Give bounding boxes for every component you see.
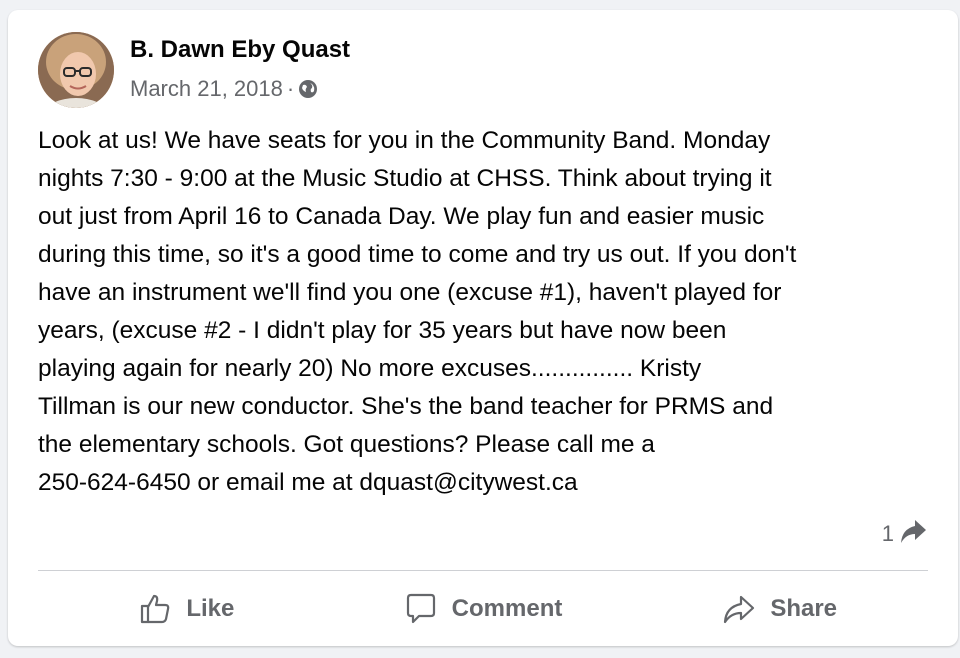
share-icon: [722, 592, 756, 626]
share-count[interactable]: 1: [882, 516, 928, 552]
action-bar: Like Comment Share: [38, 578, 928, 640]
avatar-image: [38, 32, 114, 108]
avatar[interactable]: [38, 32, 114, 108]
actions-divider: [38, 570, 928, 571]
post-card: B. Dawn Eby Quast March 21, 2018 · Look …: [8, 10, 958, 646]
share-arrow-icon: [898, 516, 928, 552]
globe-icon: [298, 79, 318, 99]
comment-button[interactable]: Comment: [335, 578, 632, 640]
meta-separator: ·: [286, 76, 295, 101]
share-count-number: 1: [881, 521, 894, 546]
post-date[interactable]: March 21, 2018: [130, 76, 283, 102]
like-label: Like: [186, 595, 235, 622]
comment-icon: [404, 592, 438, 626]
post-body: Look at us! We have seats for you in the…: [38, 127, 797, 496]
comment-label: Comment: [451, 595, 563, 622]
post-meta: March 21, 2018 ·: [130, 76, 318, 102]
thumbs-up-icon: [138, 592, 172, 626]
post-header: B. Dawn Eby Quast March 21, 2018 ·: [38, 32, 918, 112]
share-label: Share: [770, 595, 838, 622]
author-name[interactable]: B. Dawn Eby Quast: [130, 36, 350, 64]
like-button[interactable]: Like: [38, 578, 335, 640]
share-button[interactable]: Share: [631, 578, 928, 640]
